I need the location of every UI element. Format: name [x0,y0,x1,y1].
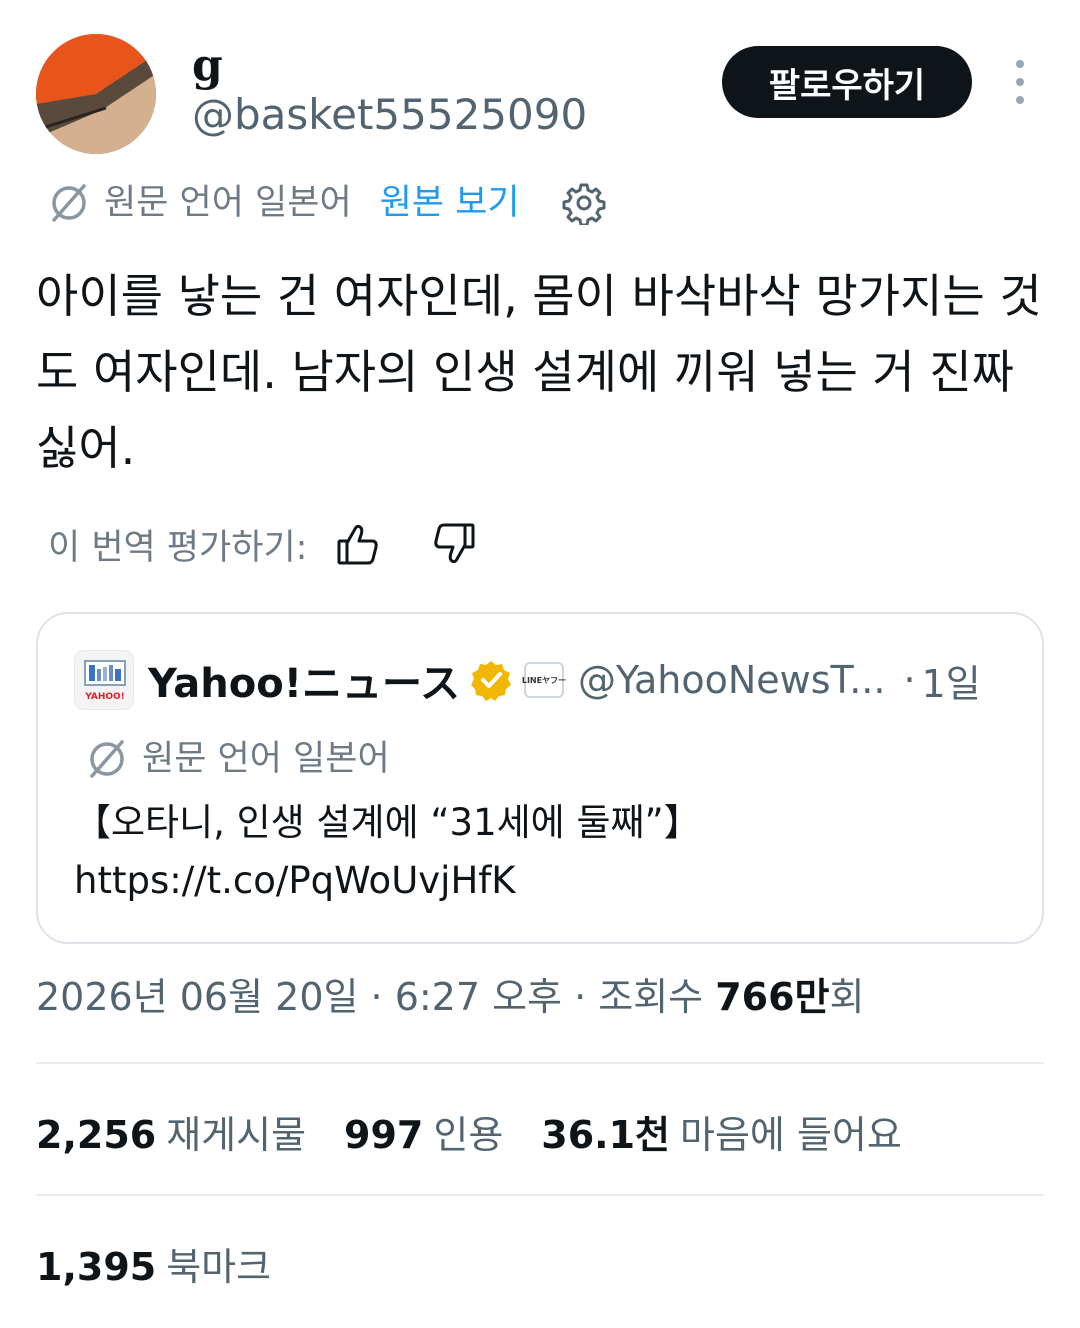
translate-globe-icon [52,184,86,222]
reposts-label: 재게시물 [166,1112,307,1157]
affiliate-badge: LINEヤフー [522,662,566,698]
likes-count: 36.1천 [541,1112,671,1157]
divider [36,1062,1044,1064]
rate-translation-bar: 이 번역 평가하기: [48,516,477,572]
quoted-link[interactable]: https://t.co/PqWoUvjHfK [74,852,1014,910]
quoted-user-handle[interactable]: @YahooNewsT... [578,658,885,702]
translation-bar: 원문 언어 일본어 원본 보기 [48,178,606,228]
quoted-avatar[interactable]: YAHOO! [74,650,134,710]
likes-label: 마음에 들어요 [680,1112,902,1157]
user-name[interactable]: g [192,40,223,92]
quoted-translation-bar: 원문 언어 일본어 [86,734,390,784]
quoted-tweet-header: YAHOO! Yahoo!ニュース LINEヤフー @YahooNewsT...… [74,650,1024,710]
tweet-meta: 2026년 06월 20일 · 6:27 오후 · 조회수 766만회 [36,970,865,1024]
logo-text: YAHOO! [84,692,125,702]
verified-badge-icon [470,661,511,701]
more-dot [1016,78,1024,86]
tweet-text: 아이를 낳는 건 여자인데, 몸이 바삭바삭 망가지는 것도 여자인데. 남자의… [36,269,1042,475]
tweet-header: g @basket55525090 팔로우하기 [36,34,1046,156]
quotes-count: 997 [344,1112,424,1157]
more-options-icon[interactable] [1002,60,1038,104]
translate-globe-icon [90,740,124,778]
gear-icon[interactable] [562,181,606,225]
separator-dot: · [903,658,916,702]
likes-stat[interactable]: 36.1천 마음에 들어요 [541,1104,902,1159]
divider [36,1194,1044,1196]
user-handle[interactable]: @basket55525090 [192,90,587,140]
quoted-tweet-text: 【오타니, 인생 설계에 “31세에 둘째”】 https://t.co/PqW… [74,794,1014,910]
quotes-stat[interactable]: 997 인용 [344,1104,503,1159]
follow-button[interactable]: 팔로우하기 [722,46,972,118]
reposts-stat[interactable]: 2,256 재게시물 [36,1104,306,1159]
thumbs-up-icon[interactable] [335,521,381,567]
view-suffix: 회 [829,975,865,1019]
bookmarks-label: 북마크 [166,1244,272,1289]
tweet-datetime[interactable]: 2026년 06월 20일 · 6:27 오후 · 조회수 [36,975,715,1019]
bookmarks-stat[interactable]: 1,395 북마크 [36,1236,309,1290]
quotes-label: 인용 [433,1112,504,1157]
quoted-tweet-card[interactable]: YAHOO! Yahoo!ニュース LINEヤフー @YahooNewsT...… [36,612,1044,944]
yahoo-news-logo-icon: YAHOO! [84,660,126,702]
quoted-original-language-label: 원문 언어 일본어 [142,739,390,779]
more-dot [1016,60,1024,68]
view-count: 766만 [715,975,830,1019]
bookmarks-count: 1,395 [36,1244,157,1289]
user-avatar[interactable] [36,34,156,154]
rate-translation-label: 이 번역 평가하기: [48,527,308,568]
avatar-image [36,34,156,154]
reposts-count: 2,256 [36,1112,157,1157]
engagement-stats: 2,256 재게시물 997 인용 36.1천 마음에 들어요 [36,1104,940,1158]
show-original-link[interactable]: 원본 보기 [380,178,520,228]
quoted-timestamp[interactable]: 1일 [922,653,981,708]
quoted-text-line: 【오타니, 인생 설계에 “31세에 둘째”】 [74,801,701,844]
thumbs-down-icon[interactable] [431,521,477,567]
more-dot [1016,96,1024,104]
quoted-user-name[interactable]: Yahoo!ニュース [148,651,460,709]
original-language-label: 원문 언어 일본어 [104,183,352,223]
